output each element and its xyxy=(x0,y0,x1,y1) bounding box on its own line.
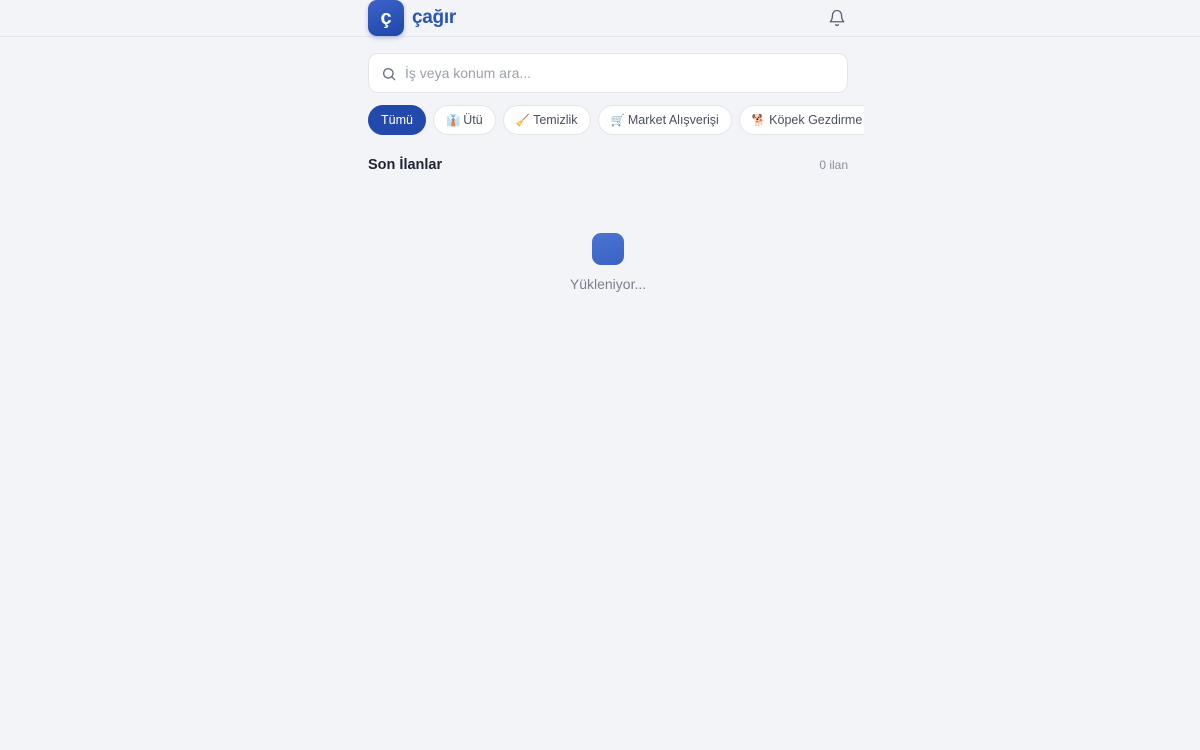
category-chip-cleaning[interactable]: 🧹 Temizlik xyxy=(502,105,591,135)
chip-label: Köpek Gezdirme xyxy=(769,113,863,127)
chip-label: Tümü xyxy=(381,113,413,127)
category-filters: Tümü 👔 Ütü 🧹 Temizlik 🛒 Market Alışverişi 🐕… xyxy=(368,105,864,135)
dog-icon: 🐕 xyxy=(751,115,767,127)
search-icon xyxy=(383,68,396,81)
loading-spinner xyxy=(592,233,624,265)
logo-icon[interactable]: ç xyxy=(368,0,404,36)
top-bar-content: ç çağır xyxy=(368,0,848,36)
cart-icon: 🛒 xyxy=(610,115,625,127)
category-chip-all[interactable]: Tümü xyxy=(368,105,426,135)
search-bar[interactable] xyxy=(368,53,848,93)
category-chip-grocery[interactable]: 🛒 Market Alışverişi xyxy=(597,105,732,135)
category-chip-dog-walking[interactable]: 🐕 Köpek Gezdirme xyxy=(738,105,864,135)
chip-label: Ütü xyxy=(463,113,483,127)
notifications-button[interactable] xyxy=(826,7,848,29)
chip-label: Temizlik xyxy=(533,113,578,127)
loading-text: Yükleniyor... xyxy=(569,276,647,292)
chip-label: Market Alışverişi xyxy=(627,113,719,127)
shirt-icon: 👔 xyxy=(445,115,461,127)
top-bar: ç çağır xyxy=(0,0,1200,37)
category-chip-ironing[interactable]: 👔 Ütü xyxy=(432,105,496,135)
bell-icon xyxy=(829,9,845,27)
brand-name[interactable]: çağır xyxy=(412,6,456,30)
listing-count: 0 ilan xyxy=(819,158,848,172)
search-input[interactable] xyxy=(405,54,835,92)
broom-icon: 🧹 xyxy=(515,115,531,127)
section-title: Son İlanlar xyxy=(368,157,443,173)
